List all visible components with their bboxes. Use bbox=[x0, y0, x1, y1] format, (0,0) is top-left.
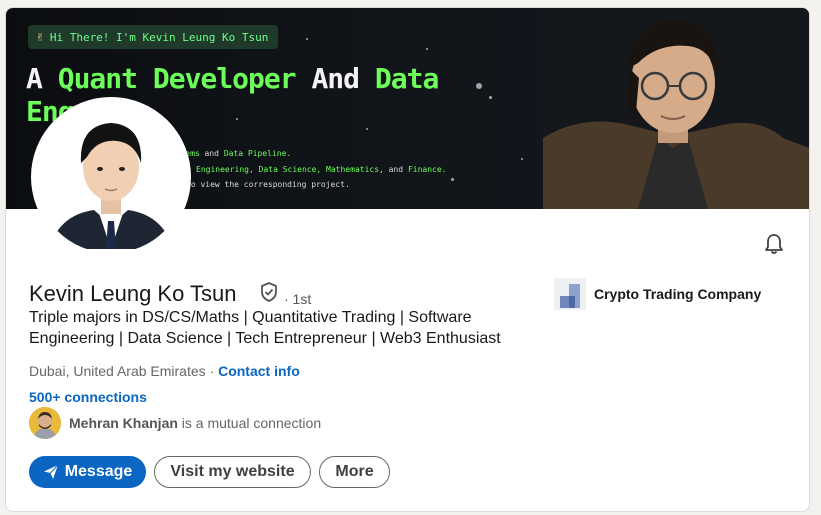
connection-degree: · 1st bbox=[284, 291, 312, 307]
victory-hand-icon: ✌ bbox=[36, 29, 44, 45]
current-company[interactable]: Crypto Trading Company bbox=[554, 278, 761, 310]
connections-link[interactable]: 500+ connections bbox=[29, 389, 147, 405]
mutual-connection-avatar bbox=[29, 407, 61, 439]
banner-line-2: Engineering, Data Science, Mathematics, … bbox=[196, 165, 447, 174]
profile-location: Dubai, United Arab Emirates · Contact in… bbox=[29, 363, 300, 379]
banner-line-3: to view the corresponding project. bbox=[186, 180, 350, 189]
company-logo bbox=[554, 278, 586, 310]
profile-card: ✌ Hi There! I'm Kevin Leung Ko Tsun A Qu… bbox=[5, 7, 810, 512]
profile-headline: Triple majors in DS/CS/Maths | Quantitat… bbox=[29, 309, 501, 347]
mutual-connection[interactable]: Mehran Khanjan is a mutual connection bbox=[29, 407, 321, 439]
verified-shield-icon[interactable] bbox=[258, 281, 280, 303]
profile-name: Kevin Leung Ko Tsun bbox=[29, 281, 237, 306]
mutual-connection-name[interactable]: Mehran Khanjan bbox=[69, 415, 178, 431]
mutual-connection-text: Mehran Khanjan is a mutual connection bbox=[69, 415, 322, 431]
banner-headline: A Quant Developer And Data bbox=[26, 62, 439, 95]
banner-greeting: ✌ Hi There! I'm Kevin Leung Ko Tsun bbox=[28, 25, 279, 49]
send-icon bbox=[43, 464, 59, 480]
message-button[interactable]: Message bbox=[29, 456, 146, 488]
visit-website-button[interactable]: Visit my website bbox=[154, 456, 311, 488]
banner-portrait bbox=[543, 8, 809, 209]
more-button[interactable]: More bbox=[319, 456, 390, 488]
bell-icon[interactable] bbox=[762, 232, 786, 256]
profile-photo[interactable] bbox=[31, 97, 191, 257]
contact-info-link[interactable]: Contact info bbox=[218, 363, 300, 379]
company-name: Crypto Trading Company bbox=[594, 286, 762, 302]
